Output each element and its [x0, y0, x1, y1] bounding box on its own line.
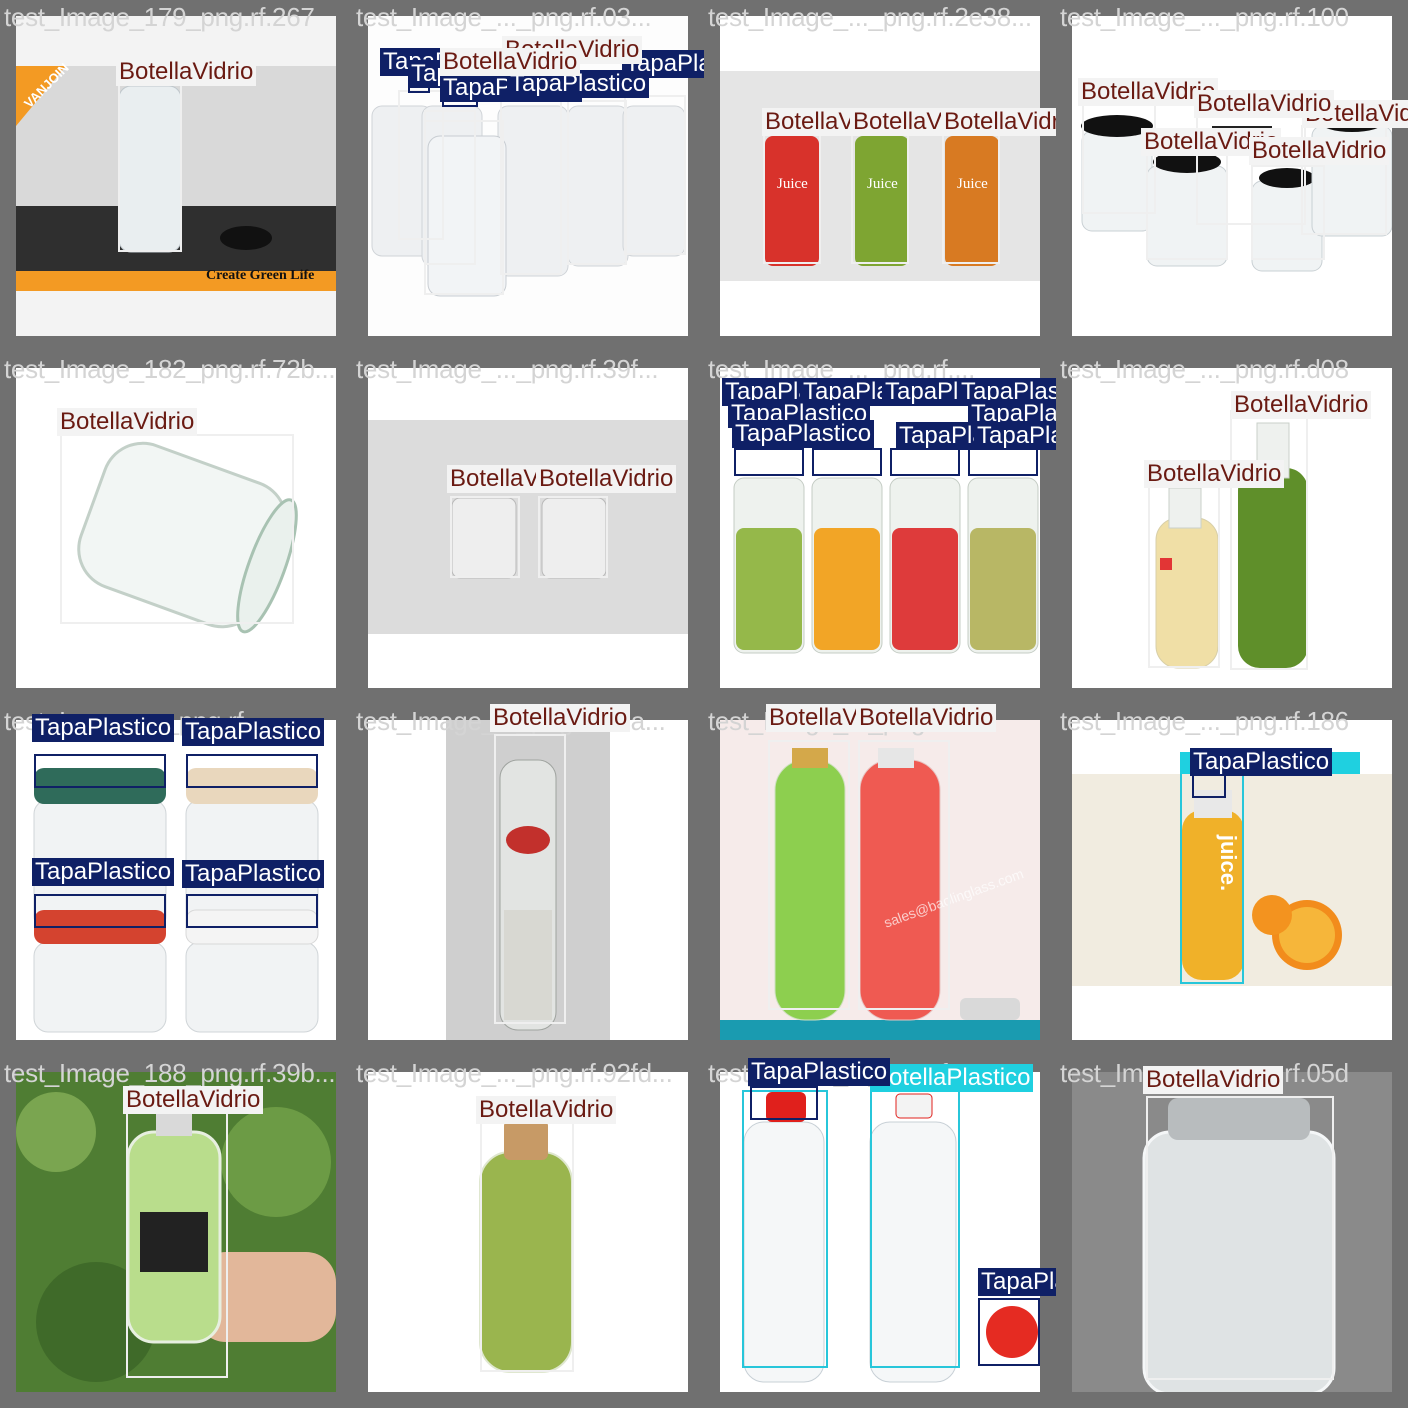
label-cap: TapaPlastico: [974, 422, 1056, 450]
bbox-cap: [890, 448, 960, 476]
bbox-glass-bottle: [851, 134, 909, 264]
tile-13: test_Image_188_png.rf.39b... BotellaVidr…: [0, 1056, 352, 1408]
tile-5: test_Image_182_png.rf.72b... BotellaVidr…: [0, 352, 352, 704]
label-glass-bottle: BotellaVidrio: [941, 108, 1056, 136]
bbox-glass-bottle: [1148, 482, 1220, 668]
tile-6: test_Image_..._png.rf.39f... BotellaVidr…: [352, 352, 704, 704]
bbox-glass-bottle: [494, 734, 566, 1024]
bbox-cap: [1192, 774, 1226, 798]
label-cap: TapaPlastico: [182, 860, 325, 888]
bbox-glass-bottle: [567, 100, 627, 265]
tile-12: test_Image_..._png.rf.186 juice. TapaPla…: [1056, 704, 1408, 1056]
tile-14: test_Image_..._png.rf.92fd... BotellaVid…: [352, 1056, 704, 1408]
tile-title: test_Image_179_png.rf.267: [4, 2, 315, 32]
detection-grid: test_Image_179_png.rf.267 VANJOIN Create…: [0, 0, 1408, 1408]
tile-4: test_Image_..._png.rf.100 BotellaVidrio …: [1056, 0, 1408, 352]
photo: [368, 368, 688, 688]
tile-3: test_Image_..._png.rf.2e38... Juice Juic…: [704, 0, 1056, 352]
tile-title: test_Image_..._png.rf.03...: [356, 2, 652, 32]
bbox-glass-bottle: [858, 740, 950, 1010]
tile-9: test_Image_..._png.rf.... TapaPlastico T…: [0, 704, 352, 1056]
label-glass-bottle: BotellaVidrio: [536, 465, 677, 493]
label-glass-bottle: BotellaVidrio: [123, 1086, 264, 1114]
bbox-glass-bottle: [500, 100, 562, 275]
bbox-cap: [978, 1298, 1040, 1366]
bbox-glass-bottle: [624, 95, 686, 255]
tile-title: test_Image_..._png.rf.186: [1060, 706, 1349, 736]
label-glass-bottle: BotellaVidrio: [476, 1096, 617, 1124]
label-glass-bottle: BotellaVidrio: [490, 704, 631, 732]
label-glass-bottle: BotellaVidrio: [1143, 1066, 1284, 1094]
bbox-cap: [34, 894, 166, 928]
label-cap: TapaPlastico: [978, 1268, 1056, 1296]
tile-10: test_Image_..._png.rf.7da... BotellaVidr…: [352, 704, 704, 1056]
label-glass-bottle: BotellaVidrio: [57, 408, 198, 436]
tile-title: test_Image_..._png.rf.d08: [1060, 354, 1349, 384]
tile-title: test_Image_..._png.rf.2e38...: [708, 2, 1032, 32]
bbox-glass-jar: [450, 496, 520, 578]
bbox-cap: [186, 894, 318, 928]
bbox-glass-bottle: [480, 1122, 574, 1372]
bbox-cap: [186, 754, 318, 788]
bbox-glass-bottle: [1230, 410, 1308, 670]
label-glass-bottle: BotellaVidrio: [1231, 391, 1372, 419]
tile-title: test_Image_182_png.rf.72b...: [4, 354, 336, 384]
bbox-cap: [750, 1086, 818, 1120]
bbox-cap: [812, 448, 882, 476]
label-cap: TapaPlastico: [732, 420, 875, 448]
tile-title: test_Image_..._png.rf.100: [1060, 2, 1349, 32]
bbox-glass-bottle: [126, 1108, 228, 1378]
tile-2: test_Image_..._png.rf.03... TapaPlastico…: [352, 0, 704, 352]
label-cap: TapaPlastico: [32, 858, 175, 886]
bbox-plastic-bottle: [870, 1090, 960, 1368]
tile-11: test_Image_..._png.rf.... sales@baolingl…: [704, 704, 1056, 1056]
label-cap: TapaPlastico: [182, 718, 325, 746]
bbox-glass-bottle: [1082, 104, 1156, 214]
label-glass-bottle: BotellaVidrio: [856, 704, 997, 732]
bbox-plastic-bottle: [742, 1090, 828, 1368]
bbox-cap: [34, 754, 166, 788]
label-cap: TapaPlastico: [1190, 748, 1333, 776]
bbox-glass-jar: [1146, 1096, 1334, 1380]
label-cap: TapaPlastico: [748, 1058, 891, 1086]
bbox-glass-jar: [60, 434, 294, 624]
label-glass-bottle: BotellaVidrio: [1249, 137, 1390, 165]
bbox-glass-bottle: [118, 84, 182, 252]
tile-8: test_Image_..._png.rf.d08 BotellaVidrio …: [1056, 352, 1408, 704]
label-glass-bottle: BotellaVidrio: [1194, 90, 1335, 118]
tile-16: test_Image_..._png.rf.05d BotellaVidrio: [1056, 1056, 1408, 1408]
tile-title: test_Image_..._png.rf.39f...: [356, 354, 659, 384]
scene-illustration: [368, 368, 688, 688]
tile-15: test_Image_..._png.rf.... BotellaPlastic…: [704, 1056, 1056, 1408]
bbox-cap: [734, 448, 804, 476]
bbox-glass-bottle: [768, 740, 850, 1010]
label-glass-bottle: BotellaVidrio: [116, 58, 257, 86]
label-glass-bottle: BotellaVidrio: [1144, 460, 1285, 488]
tile-1: test_Image_179_png.rf.267 VANJOIN Create…: [0, 0, 352, 352]
tile-title: test_Image_188_png.rf.39b...: [4, 1058, 336, 1088]
bbox-glass-bottle: [763, 134, 821, 264]
label-plastic-bottle: BotellaPlastico: [870, 1064, 1034, 1092]
bbox-glass-bottle: [942, 134, 1000, 264]
tile-7: test_Image_..._png.rf.... TapaPlastico T…: [704, 352, 1056, 704]
label-cap: TapaPlastico: [32, 714, 175, 742]
bbox-glass-bottle: [424, 120, 504, 295]
bbox-cap: [968, 448, 1038, 476]
bbox-glass-jar: [538, 496, 608, 578]
tile-title: test_Image_..._png.rf.92fd...: [356, 1058, 673, 1088]
slogan-text: Create Green Life: [206, 268, 315, 283]
label-glass-bottle: BotellaVidrio: [440, 48, 581, 76]
